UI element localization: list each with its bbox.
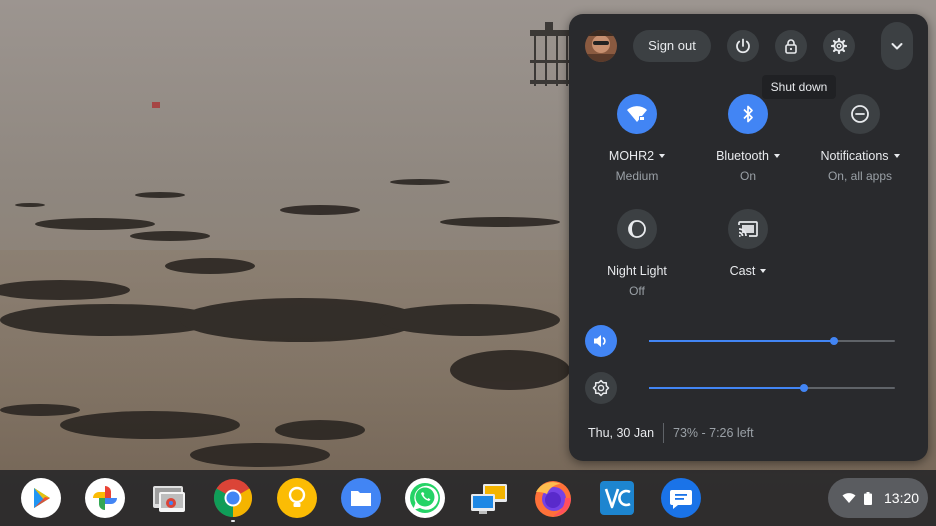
power-icon xyxy=(736,38,750,54)
google-photos-icon xyxy=(85,478,125,518)
firefox-icon xyxy=(535,481,571,517)
chrome-icon xyxy=(213,479,253,518)
sign-out-button[interactable]: Sign out xyxy=(633,30,711,62)
status-area[interactable]: 13:20 xyxy=(828,478,928,518)
date-label[interactable]: Thu, 30 Jan xyxy=(588,426,654,440)
chevron-down-icon xyxy=(891,43,903,50)
firefox-app[interactable] xyxy=(533,478,573,518)
night-light-status: Off xyxy=(629,284,645,298)
user-avatar[interactable] xyxy=(585,30,617,62)
brightness-slider-thumb[interactable] xyxy=(799,384,808,392)
cast-icon xyxy=(738,221,758,237)
network-label[interactable]: MOHR2 xyxy=(582,149,692,163)
bluetooth-toggle[interactable] xyxy=(728,94,768,134)
brightness-slider-fill xyxy=(649,387,804,389)
whatsapp-app[interactable] xyxy=(405,478,445,518)
volume-icon xyxy=(594,335,606,347)
brightness-button xyxy=(585,372,617,404)
lock-icon xyxy=(785,39,797,54)
footer-divider xyxy=(663,423,664,443)
chrome-remote-desktop-icon xyxy=(153,486,185,512)
tile-network[interactable]: MOHR2 Medium xyxy=(582,94,692,183)
play-store-icon xyxy=(21,478,61,518)
collapse-button[interactable] xyxy=(881,22,913,70)
google-photos-app[interactable] xyxy=(85,478,125,518)
chrome-app[interactable] xyxy=(213,478,253,518)
battery-status[interactable]: 73% - 7:26 left xyxy=(673,426,754,440)
lock-screen-button[interactable] xyxy=(775,30,807,62)
battery-icon xyxy=(864,491,872,505)
bluetooth-label[interactable]: Bluetooth xyxy=(693,149,803,163)
whatsapp-icon xyxy=(405,478,445,518)
notifications-label[interactable]: Notifications xyxy=(805,149,915,163)
notifications-status: On, all apps xyxy=(827,169,893,183)
bluetooth-status: On xyxy=(739,169,756,183)
settings-button[interactable] xyxy=(823,30,855,62)
files-icon xyxy=(341,478,381,518)
night-light-label: Night Light xyxy=(607,264,667,278)
wifi-status-icon xyxy=(842,493,856,503)
tile-notifications[interactable]: Notifications On, all apps xyxy=(805,94,915,183)
brightness-slider[interactable] xyxy=(649,384,895,392)
network-status: Medium xyxy=(615,169,659,183)
play-store-app[interactable] xyxy=(21,478,61,518)
night-light-icon xyxy=(628,220,646,238)
chrome-running-indicator xyxy=(231,520,235,522)
cast-toggle[interactable] xyxy=(728,209,768,249)
tile-night-light[interactable]: Night Light Off xyxy=(582,209,692,298)
remote-desktop-icon xyxy=(471,484,507,514)
keep-icon xyxy=(277,478,317,518)
volume-slider-thumb[interactable] xyxy=(829,337,838,345)
volume-slider-fill xyxy=(649,340,834,342)
wifi-toggle[interactable] xyxy=(617,94,657,134)
do-not-disturb-icon xyxy=(851,105,869,123)
volume-mute-button[interactable] xyxy=(585,325,617,357)
shelf: 13:20 xyxy=(0,470,936,526)
remote-desktop-app[interactable] xyxy=(469,478,509,518)
quick-settings-panel: Sign out MOHR2 Medium Bluetooth On Notif… xyxy=(569,14,928,461)
tile-cast[interactable]: Cast xyxy=(693,209,803,278)
brightness-icon xyxy=(592,379,610,397)
messages-icon xyxy=(661,478,701,518)
vnc-viewer-app[interactable] xyxy=(597,478,637,518)
chrome-remote-desktop-app[interactable] xyxy=(149,478,189,518)
notifications-toggle[interactable] xyxy=(840,94,880,134)
shut-down-button[interactable] xyxy=(727,30,759,62)
keep-app[interactable] xyxy=(277,478,317,518)
shut-down-tooltip: Shut down xyxy=(762,75,836,99)
volume-slider[interactable] xyxy=(649,337,895,345)
vnc-viewer-icon xyxy=(600,481,634,515)
gear-icon xyxy=(830,37,848,55)
night-light-toggle[interactable] xyxy=(617,209,657,249)
clock: 13:20 xyxy=(884,490,920,506)
tile-bluetooth[interactable]: Bluetooth On xyxy=(693,94,803,183)
cast-label[interactable]: Cast xyxy=(693,264,803,278)
messages-app[interactable] xyxy=(661,478,701,518)
wifi-icon xyxy=(627,106,647,122)
bluetooth-icon xyxy=(743,105,753,123)
files-app[interactable] xyxy=(341,478,381,518)
